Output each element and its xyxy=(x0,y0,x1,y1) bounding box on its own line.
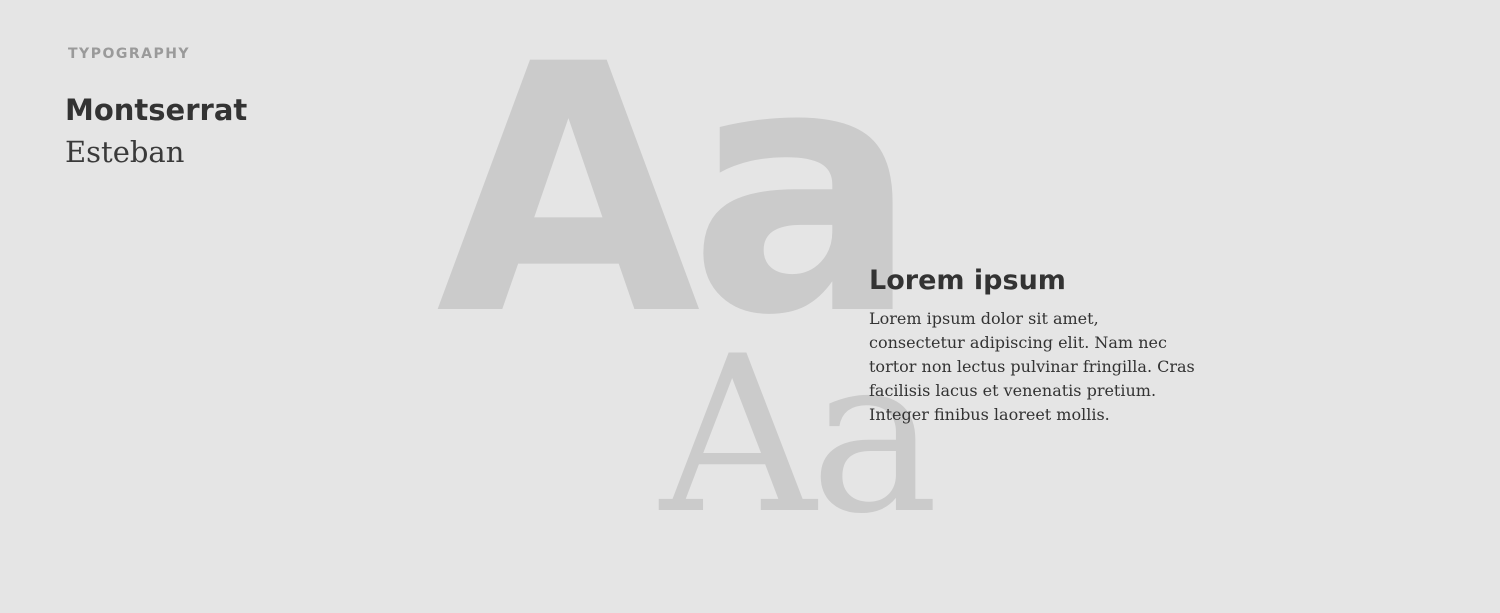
sample-heading: Lorem ipsum xyxy=(869,265,1066,296)
sample-body-text: Lorem ipsum dolor sit amet, consectetur … xyxy=(869,309,1195,424)
font-name-secondary: Esteban xyxy=(65,135,185,169)
section-label: TYPOGRAPHY xyxy=(68,46,191,62)
font-name-primary: Montserrat xyxy=(65,93,248,127)
